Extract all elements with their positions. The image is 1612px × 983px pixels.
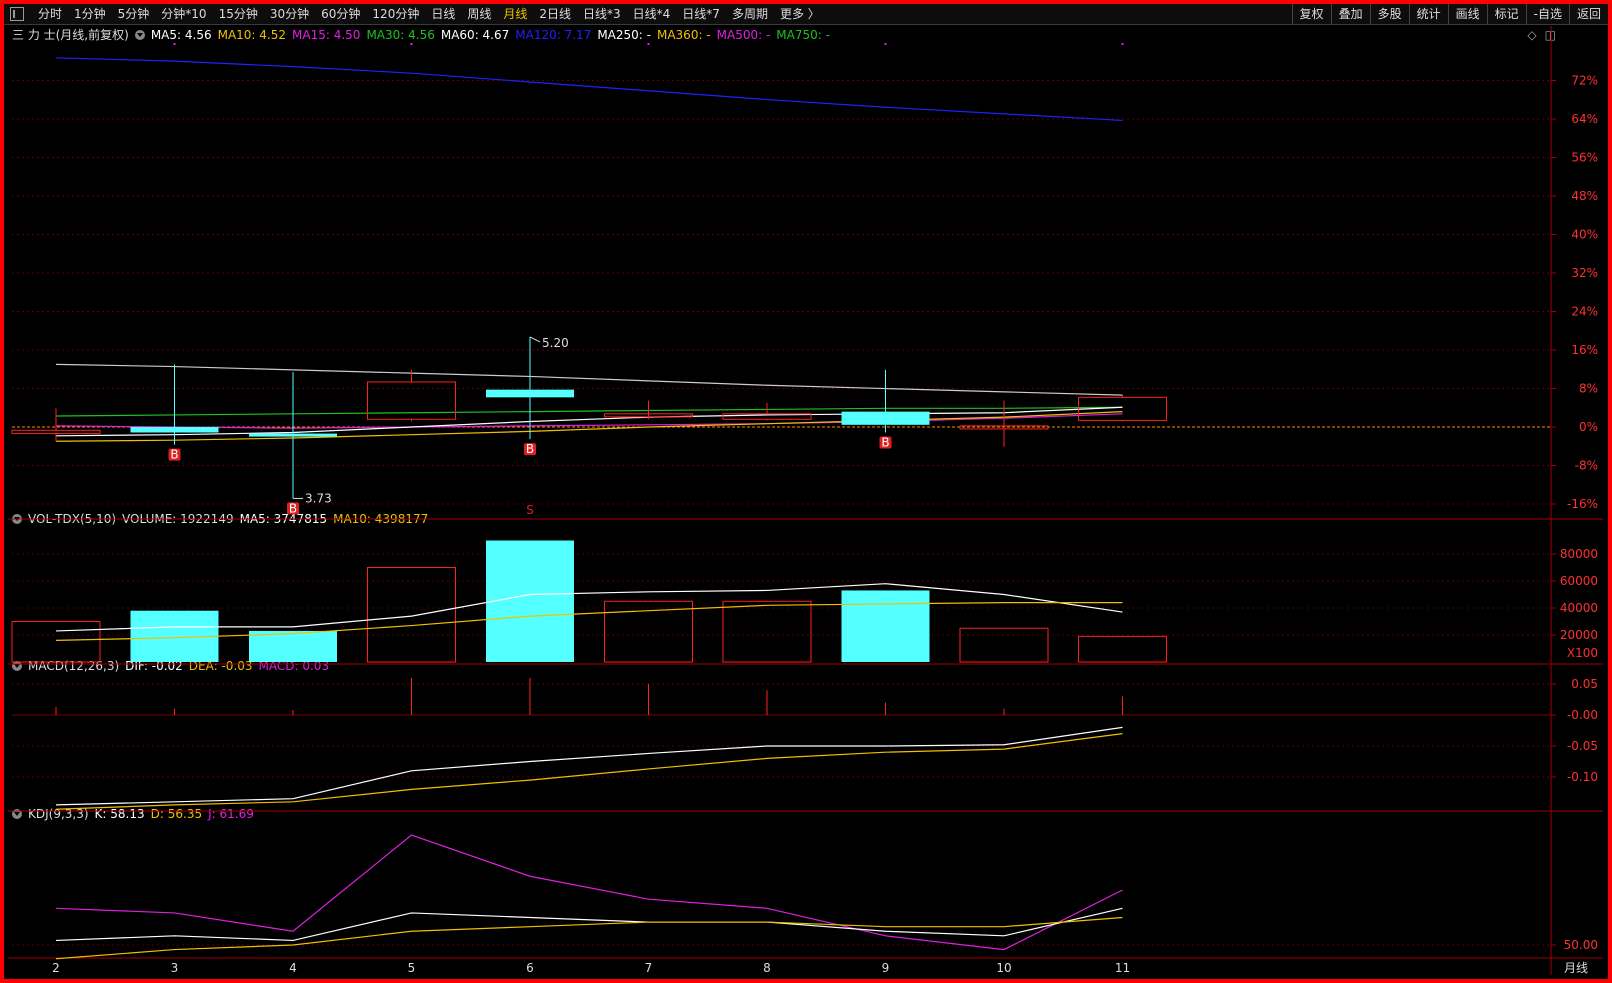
candle: [130, 364, 219, 445]
macd-axis-label: -0.00: [1567, 708, 1598, 722]
signal-dot: [647, 43, 650, 45]
ma10-line: [55, 411, 1123, 442]
signal-dot: [884, 43, 887, 45]
candle-body: [249, 433, 337, 437]
price-axis-label: 24%: [1571, 305, 1598, 319]
candle: [841, 369, 930, 433]
volume-axis-label: 60000: [1560, 574, 1598, 588]
price-axis-label: 72%: [1571, 74, 1598, 88]
price-axis-label: 40%: [1571, 228, 1598, 242]
buy-marker: B: [287, 501, 299, 515]
volume-bar: [1078, 635, 1167, 663]
candle-body: [11, 429, 101, 435]
candle: [722, 402, 812, 421]
price-axis-label: 0%: [1579, 420, 1598, 434]
stock-chart[interactable]: 72% 64% 56% 48% 40% 32% 24% 16% 8% 0% -8% -16% 5.20 3…: [0, 0, 1612, 983]
buy-marker-text: B: [881, 435, 889, 449]
macd-axis-label: -0.05: [1567, 739, 1598, 753]
price-axis-label: 64%: [1571, 112, 1598, 126]
kdj-j-line: [55, 834, 1123, 951]
ma60-line: [55, 363, 1123, 396]
kdj-d-line: [55, 916, 1123, 960]
candle: [11, 408, 101, 442]
price-axis-label: 48%: [1571, 189, 1598, 203]
signal-dot: [173, 43, 176, 45]
candle: [249, 372, 337, 499]
x-axis-label: 8: [763, 961, 771, 975]
x-axis-label: 4: [289, 961, 297, 975]
macd-axis-label: 0.05: [1571, 677, 1598, 691]
price-axis-label: 8%: [1579, 382, 1598, 396]
macd-axis-label: -0.10: [1567, 770, 1598, 784]
volume-bar: [486, 540, 574, 662]
sell-marker: S: [526, 503, 534, 517]
ma120-line: [55, 57, 1123, 122]
period-label: 月线: [1564, 961, 1588, 975]
price-axis-label: 16%: [1571, 343, 1598, 357]
x-axis-label: 5: [408, 961, 416, 975]
buy-marker-text: B: [170, 448, 178, 462]
x-axis-label: 2: [52, 961, 60, 975]
ma30-line: [55, 406, 1123, 417]
buy-marker: B: [879, 435, 892, 449]
x-axis-label: 6: [526, 961, 534, 975]
volume-bar: [249, 630, 337, 662]
candle-body: [130, 427, 219, 433]
buy-marker-text: B: [289, 501, 297, 515]
price-axis-label: -16%: [1567, 497, 1598, 511]
low-price-label: 3.73: [305, 491, 332, 505]
candle: [367, 369, 456, 422]
price-axis-label: -8%: [1575, 459, 1598, 473]
signal-dot: [1121, 43, 1124, 45]
x-axis-label: 7: [645, 961, 653, 975]
candle-body: [367, 381, 456, 420]
x-axis-label: 10: [996, 961, 1011, 975]
volume-bar: [722, 600, 812, 663]
price-axis-label: 56%: [1571, 151, 1598, 165]
volume-bar: [11, 621, 101, 663]
volume-axis-label: 20000: [1560, 628, 1598, 642]
volume-bar: [367, 567, 456, 663]
candle: [486, 336, 574, 440]
high-pointer: [529, 336, 541, 343]
price-axis-label: 32%: [1571, 266, 1598, 280]
candle-body: [486, 389, 574, 398]
volume-bar: [959, 627, 1049, 663]
x-axis-label: 11: [1115, 961, 1130, 975]
x-axis-label: 3: [171, 961, 179, 975]
high-price-label: 5.20: [542, 336, 569, 350]
macd-dif-line: [55, 726, 1123, 806]
volume-unit-label: X100: [1567, 646, 1598, 660]
kdj-axis-label: 50.00: [1564, 938, 1598, 952]
x-axis-label: 9: [882, 961, 890, 975]
signal-dot: [410, 43, 413, 45]
buy-marker: B: [524, 442, 536, 456]
volume-axis-label: 80000: [1560, 547, 1598, 561]
buy-marker-text: B: [526, 442, 534, 456]
candle-body: [841, 411, 930, 425]
buy-marker: B: [168, 448, 181, 462]
volume-bar: [841, 590, 930, 662]
volume-axis-label: 40000: [1560, 601, 1598, 615]
